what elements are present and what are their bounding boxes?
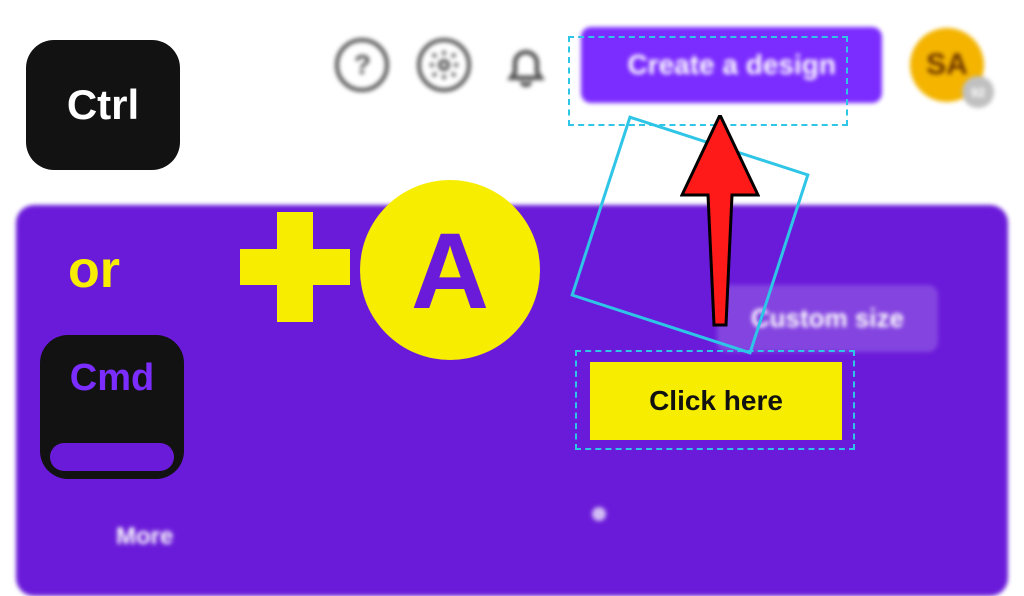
bell-icon[interactable] bbox=[499, 38, 553, 92]
create-design-button[interactable]: Create a design bbox=[581, 27, 882, 103]
key-a: A bbox=[360, 180, 540, 360]
avatar-initials: SA bbox=[926, 48, 968, 82]
key-ctrl: Ctrl bbox=[26, 40, 180, 170]
plus-icon bbox=[240, 212, 350, 322]
avatar-badge: 92 bbox=[962, 76, 994, 108]
or-label: or bbox=[68, 240, 120, 300]
more-label[interactable]: More bbox=[116, 523, 173, 551]
avatar[interactable]: SA 92 bbox=[910, 28, 984, 102]
gear-icon[interactable] bbox=[417, 38, 471, 92]
custom-size-button[interactable]: Custom size bbox=[717, 285, 938, 352]
indicator-dot bbox=[592, 507, 606, 521]
key-cmd: Cmd bbox=[40, 335, 184, 479]
help-icon[interactable]: ? bbox=[335, 38, 389, 92]
click-here-callout: Click here bbox=[590, 362, 842, 440]
